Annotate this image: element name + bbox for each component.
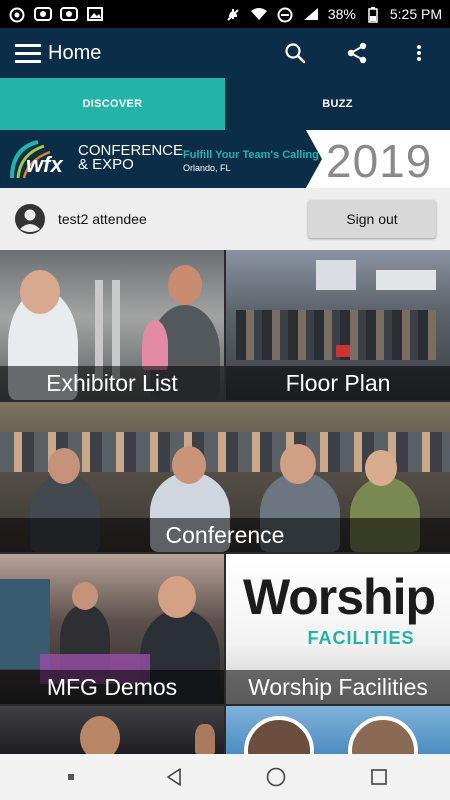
tile-floor-plan[interactable]: Floor Plan — [226, 250, 450, 400]
back-icon[interactable] — [152, 757, 196, 797]
tile-conference[interactable]: Conference — [0, 402, 450, 552]
tile-label: Exhibitor List — [0, 366, 224, 400]
banner-year: 2019 — [326, 135, 433, 187]
tile-speakers[interactable] — [226, 706, 450, 754]
user-name: test2 attendee — [58, 211, 147, 227]
app-bar: Home — [0, 28, 450, 78]
battery-icon — [364, 7, 382, 23]
tile-exhibitor-list[interactable]: Exhibitor List — [0, 250, 224, 400]
whatsapp-icon — [8, 7, 26, 23]
page-title: Home — [48, 41, 102, 64]
battery-level: 38% — [327, 6, 356, 22]
tile-speaker[interactable] — [0, 706, 224, 754]
tile-label: Worship Facilities — [226, 670, 450, 704]
tile-label: Floor Plan — [226, 366, 450, 400]
tile-label: Conference — [0, 518, 450, 552]
person-figure — [142, 320, 168, 370]
home-icon[interactable] — [254, 757, 298, 797]
person-head — [20, 270, 60, 314]
user-row: test2 attendee Sign out — [0, 188, 450, 250]
banner-location: Orlando, FL — [183, 163, 231, 173]
conference-line2: & EXPO — [78, 156, 134, 173]
tab-discover[interactable]: DISCOVER — [0, 78, 225, 130]
person-head — [172, 446, 206, 484]
person-head — [80, 716, 120, 754]
tab-bar: DISCOVER BUZZ — [0, 78, 450, 130]
dot-icon[interactable] — [49, 757, 93, 797]
more-vert-icon[interactable] — [388, 28, 450, 78]
booth-sign — [316, 260, 356, 290]
person-head — [48, 448, 80, 484]
tile-mfg-demos[interactable]: MFG Demos — [0, 554, 224, 704]
raised-hand — [195, 724, 215, 754]
facilities-word: FACILITIES — [307, 628, 415, 648]
camera-icon — [60, 7, 78, 21]
booth-sign — [376, 270, 436, 290]
status-bar: 38% 5:25 PM — [0, 0, 450, 28]
person-head — [72, 582, 98, 610]
truss — [112, 280, 120, 380]
person-head — [365, 450, 397, 486]
camera-icon — [34, 7, 52, 21]
sign-out-button[interactable]: Sign out — [308, 200, 436, 238]
share-icon[interactable] — [326, 28, 388, 78]
crowd-person — [336, 345, 350, 357]
person-head — [168, 265, 202, 305]
wifi-icon — [250, 7, 268, 21]
mute-icon — [224, 7, 242, 21]
event-banner: wfx CONFERENCE & EXPO Fulfill Your Team'… — [0, 130, 450, 188]
worship-word: Worship — [242, 569, 436, 625]
tile-worship-facilities[interactable]: Worship FACILITIES Worship Facilities — [226, 554, 450, 704]
search-icon[interactable] — [264, 28, 326, 78]
recents-icon[interactable] — [357, 757, 401, 797]
wfx-logo: wfx — [10, 140, 63, 179]
logo-text: wfx — [26, 152, 63, 177]
person-head — [158, 576, 196, 618]
tile-label: MFG Demos — [0, 670, 224, 704]
image-icon — [86, 7, 104, 21]
avatar-icon — [15, 204, 45, 234]
status-time: 5:25 PM — [389, 6, 442, 22]
signal-icon — [302, 7, 320, 21]
conference-title: CONFERENCE & EXPO — [78, 143, 183, 173]
banner-tagline: Fulfill Your Team's Calling — [183, 149, 319, 161]
system-nav-bar — [0, 754, 450, 800]
person-head — [280, 444, 316, 484]
truss — [95, 280, 103, 380]
tab-buzz[interactable]: BUZZ — [225, 78, 450, 130]
do-not-disturb-icon — [276, 7, 294, 23]
